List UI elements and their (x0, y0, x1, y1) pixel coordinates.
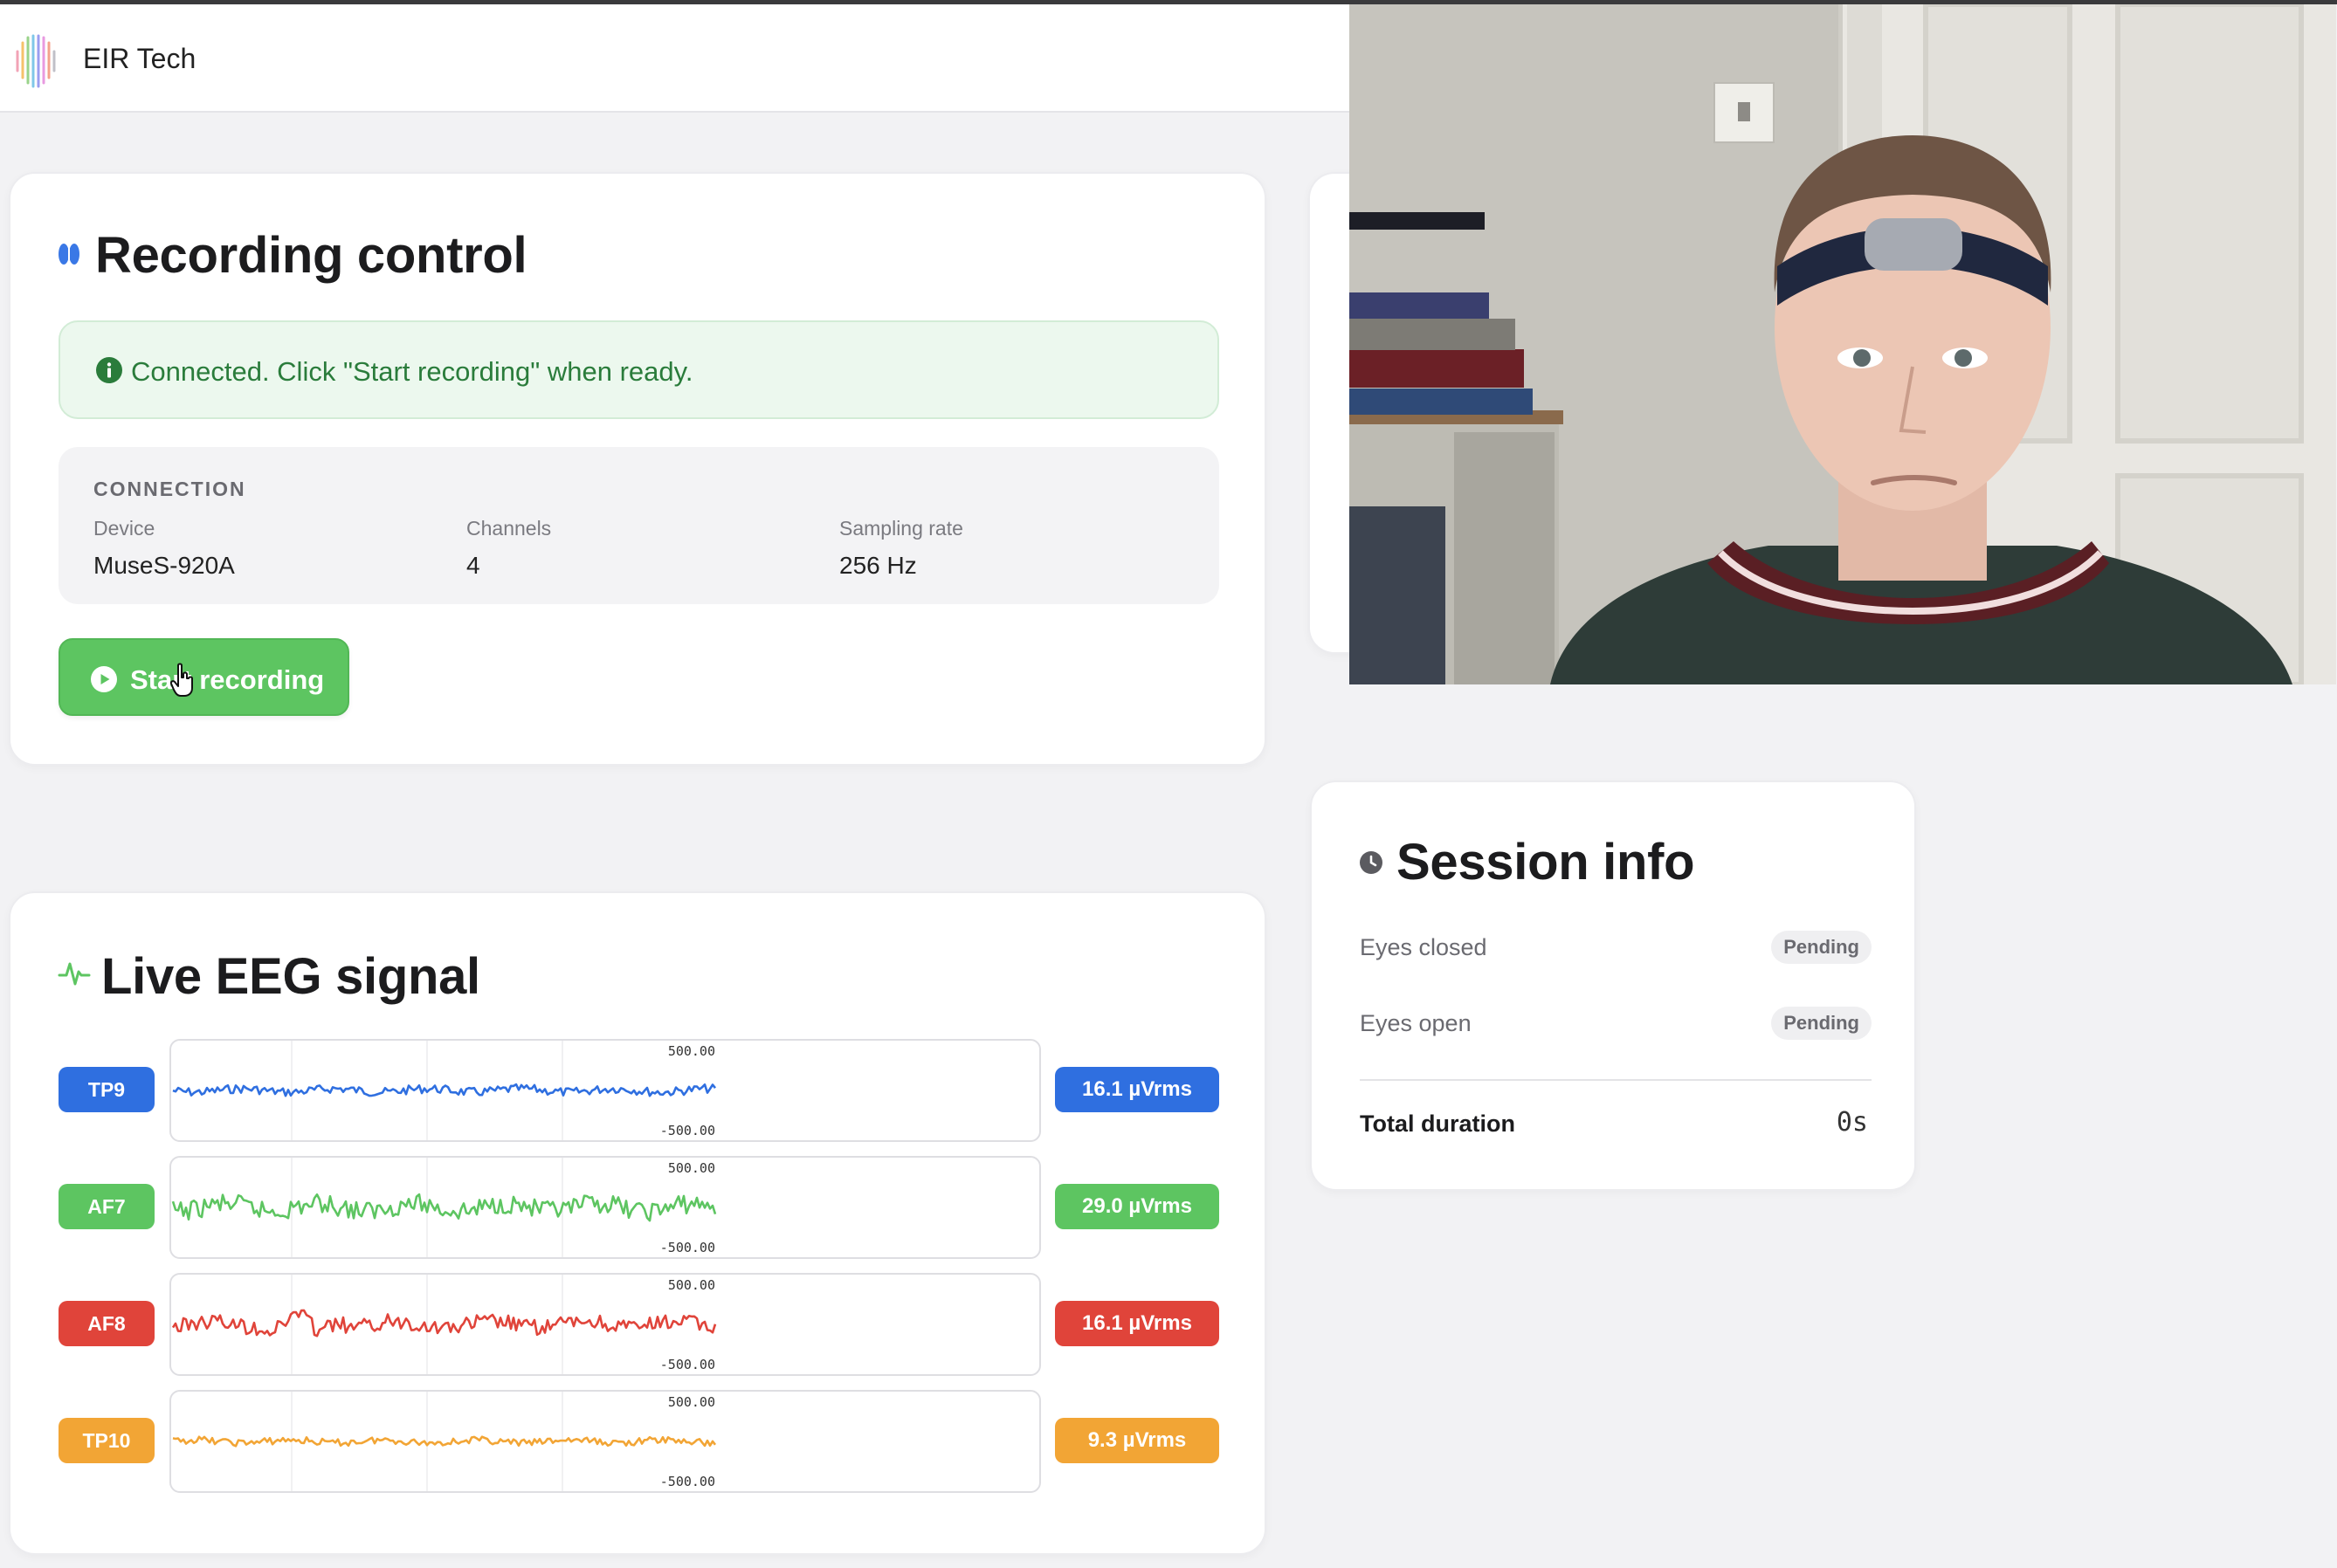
y-min-label: -500.00 (660, 1240, 715, 1255)
y-max-label: 500.00 (668, 1394, 715, 1410)
rms-value-badge: 9.3 µVrms (1055, 1418, 1219, 1463)
total-duration-label: Total duration (1360, 1111, 1515, 1137)
hand-pointer-cursor-icon (170, 663, 193, 697)
y-max-label: 500.00 (668, 1277, 715, 1293)
y-min-label: -500.00 (660, 1474, 715, 1489)
eeg-channel-row: AF7 500.00 -500.00 29.0 µVrms (59, 1156, 1228, 1259)
status-message: Connected. Click "Start recording" when … (131, 356, 693, 387)
device-label: Device (93, 517, 155, 540)
eeg-trace-chart: 500.00 -500.00 (171, 1158, 717, 1257)
eeg-trace-chart: 500.00 -500.00 (171, 1275, 717, 1374)
eeg-trace-line (171, 1193, 717, 1222)
session-info-title: Session info (1396, 834, 1695, 891)
status-badge: Pending (1771, 1007, 1872, 1040)
status-badge: Pending (1771, 931, 1872, 964)
y-max-label: 500.00 (668, 1160, 715, 1176)
divider (1360, 1079, 1872, 1081)
live-eeg-card: Live EEG signal TP9 500.00 -500.00 16.1 µVr… (9, 891, 1266, 1555)
info-icon (96, 357, 122, 383)
eeg-plot: 500.00 -500.00 (169, 1156, 1041, 1259)
eeg-trace-chart: 500.00 -500.00 (172, 1392, 717, 1491)
sampling-rate-value: 256 Hz (839, 552, 917, 579)
brain-logo-icon (16, 34, 56, 88)
sampling-rate-info: Sampling rate 256 Hz (839, 517, 963, 580)
brand-name: EIR Tech (83, 43, 196, 74)
start-recording-label: Start recording (130, 664, 325, 695)
recording-control-title: Recording control (95, 227, 527, 284)
y-max-label: 500.00 (668, 1043, 715, 1059)
eeg-trace-line (171, 1309, 717, 1338)
play-circle-icon (91, 666, 117, 692)
channel-name-badge: TP10 (59, 1418, 155, 1463)
live-eeg-title: Live EEG signal (101, 948, 480, 1005)
sampling-rate-label: Sampling rate (839, 517, 963, 540)
eeg-channel-row: AF8 500.00 -500.00 16.1 µVrms (59, 1273, 1228, 1376)
device-value: MuseS-920A (93, 552, 235, 579)
channels-info: Channels 4 (466, 517, 551, 580)
eeg-trace-chart: 500.00 -500.00 (172, 1041, 717, 1140)
y-min-label: -500.00 (660, 1357, 715, 1372)
y-min-label: -500.00 (660, 1123, 715, 1138)
total-duration-value: 0s (1836, 1107, 1868, 1138)
eyes-closed-label: Eyes closed (1360, 934, 1487, 960)
app-header: EIR Tech (0, 4, 1349, 113)
status-alert: Connected. Click "Start recording" when … (59, 320, 1219, 419)
channel-name-badge: AF7 (59, 1184, 155, 1229)
webcam-scene-image (1349, 4, 2336, 684)
start-recording-button[interactable]: Start recording (59, 638, 349, 716)
channels-value: 4 (466, 552, 480, 579)
device-info: Device MuseS-920A (93, 517, 235, 580)
recording-control-card: Recording control Connected. Click "Star… (9, 172, 1266, 766)
signal-wave-icon (58, 962, 91, 986)
eeg-trace-line (172, 1083, 717, 1097)
eeg-trace-line (172, 1435, 717, 1448)
rms-value-badge: 16.1 µVrms (1055, 1067, 1219, 1112)
rms-value-badge: 16.1 µVrms (1055, 1301, 1219, 1346)
eyes-open-label: Eyes open (1360, 1010, 1472, 1036)
rms-value-badge: 29.0 µVrms (1055, 1184, 1219, 1229)
channels-label: Channels (466, 517, 552, 540)
eeg-plot: 500.00 -500.00 (169, 1273, 1041, 1376)
eeg-plot: 500.00 -500.00 (169, 1039, 1041, 1142)
connection-panel: CONNECTION Device MuseS-920A Channels 4 … (59, 447, 1219, 604)
channel-name-badge: AF8 (59, 1301, 155, 1346)
eeg-plot: 500.00 -500.00 (169, 1390, 1041, 1493)
eeg-channel-row: TP9 500.00 -500.00 16.1 µVrms (59, 1039, 1228, 1142)
channel-name-badge: TP9 (59, 1067, 155, 1112)
clock-icon (1360, 851, 1382, 874)
eeg-channel-row: TP10 500.00 -500.00 9.3 µVrms (59, 1390, 1228, 1493)
connection-heading: CONNECTION (93, 478, 246, 500)
session-info-card: Session info Eyes closed Pending Eyes op… (1310, 781, 1916, 1191)
webcam-video-feed (1349, 4, 2336, 684)
brain-icon (59, 244, 79, 265)
